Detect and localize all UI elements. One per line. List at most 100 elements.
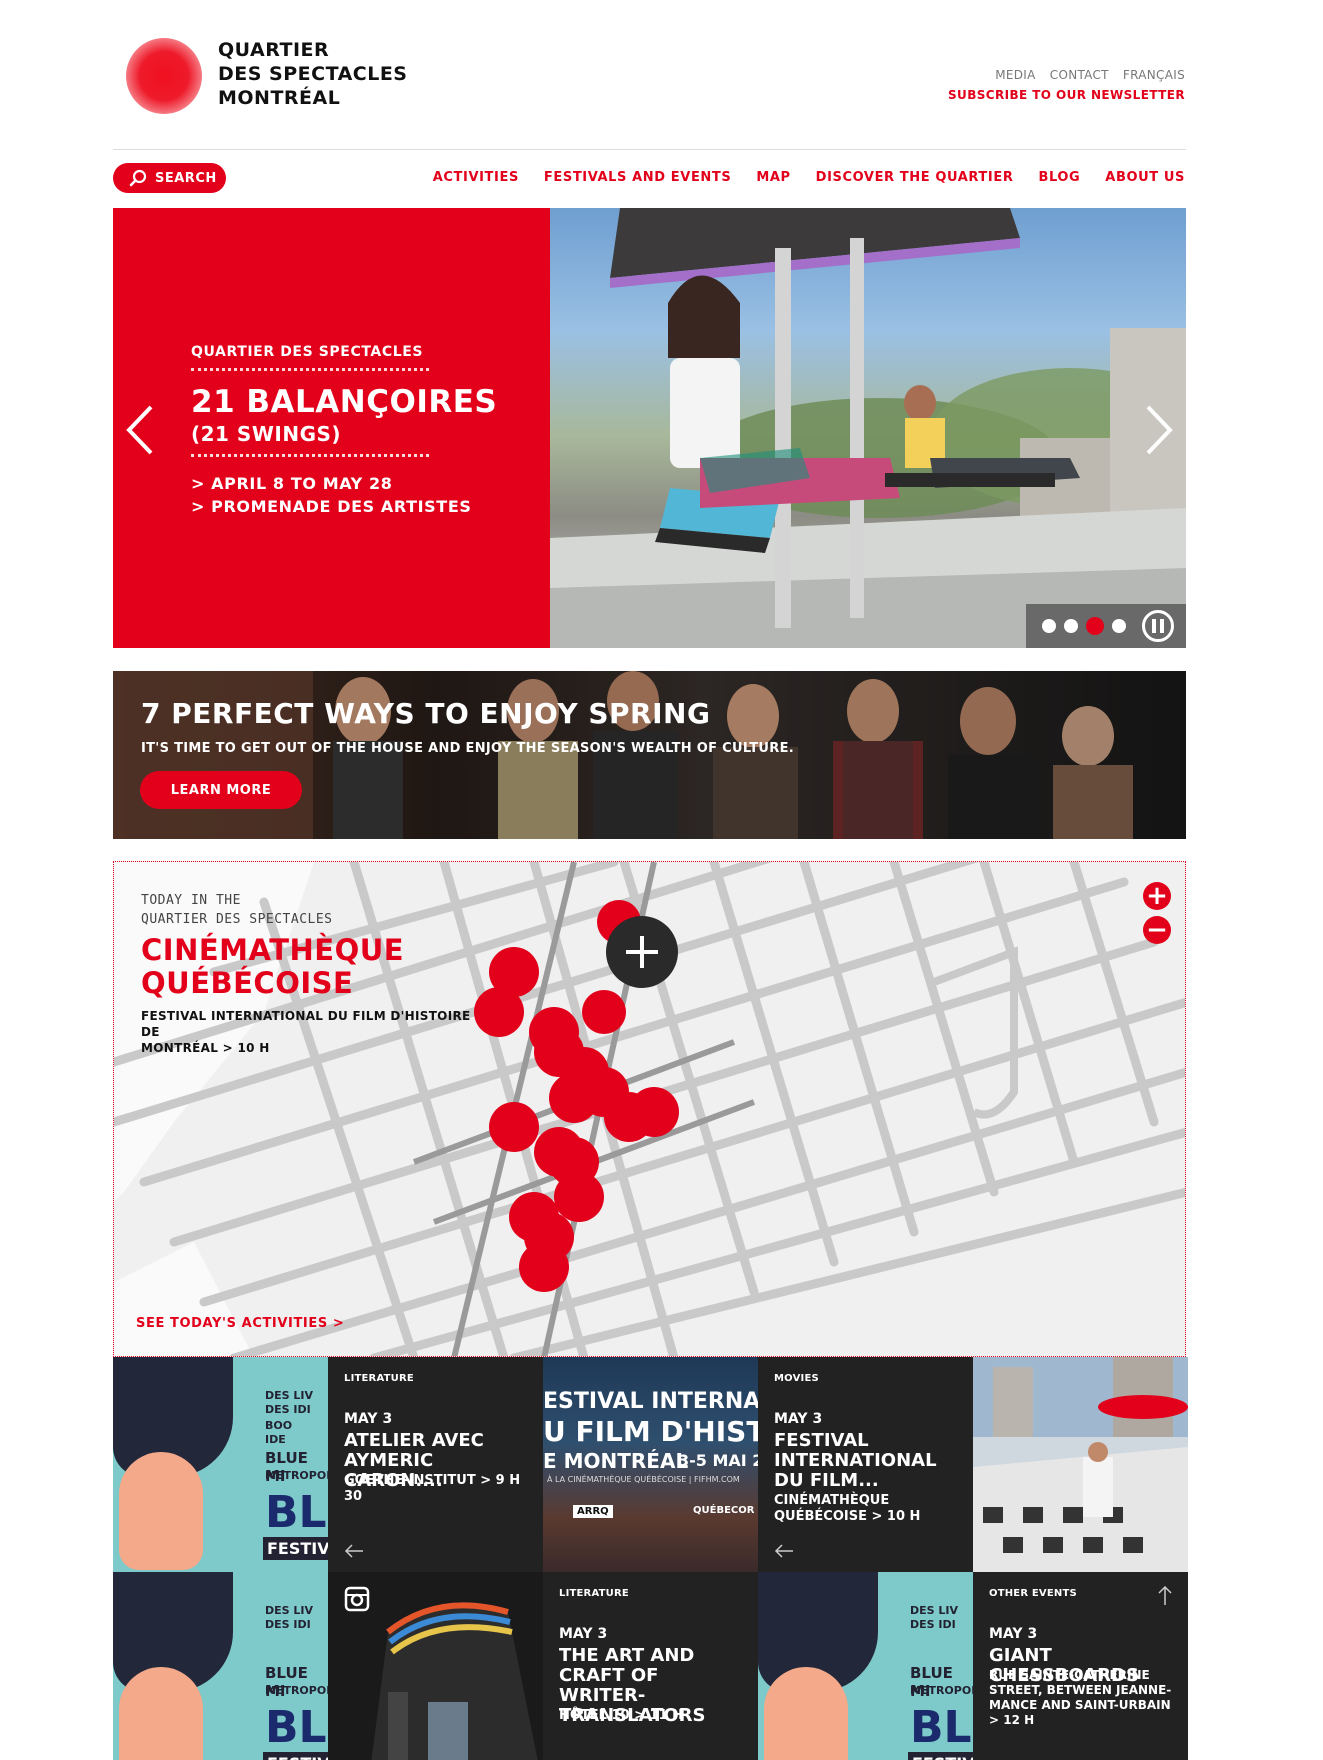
main-navigation: ACTIVITIES FESTIVALS AND EVENTS MAP DISC…	[433, 170, 1185, 185]
event-tile[interactable]: LITERATURE MAY 3 THE ART AND CRAFT OF WR…	[543, 1572, 758, 1760]
poster-text: QUÉBECOR	[693, 1505, 755, 1516]
nav-activities[interactable]: ACTIVITIES	[433, 170, 519, 185]
slide-dot-2[interactable]	[1064, 619, 1078, 633]
logo-line-3: MONTRÉAL	[218, 87, 341, 109]
search-button[interactable]: SEARCH	[113, 163, 226, 193]
hero-subtitle: (21 SWINGS)	[191, 422, 342, 446]
language-link[interactable]: FRANÇAIS	[1123, 68, 1185, 82]
promo-title: 7 PERFECT WAYS TO ENJOY SPRING	[141, 697, 711, 730]
poster-tile[interactable]: DES LIV DES IDI BLUE MI METROPOL BLEU FE…	[113, 1572, 328, 1760]
arrow-left-icon[interactable]	[774, 1544, 794, 1558]
poster-figure	[119, 1667, 203, 1760]
chessboard-photo	[973, 1357, 1188, 1572]
slider-next-arrow[interactable]	[1142, 403, 1176, 457]
poster-tile[interactable]: DES LIV DES IDI BLUE MI METROPOL BLEU FE…	[758, 1572, 973, 1760]
poster-text: U FILM D'HISTOIR	[543, 1415, 758, 1448]
slide-dot-4[interactable]	[1112, 619, 1126, 633]
hero-slider: QUARTIER DES SPECTACLES 21 BALANÇOIRES (…	[113, 208, 1186, 648]
event-title: FESTIVAL INTERNATIONAL DU FILM...	[774, 1430, 937, 1491]
hero-dotted-rule-2	[191, 454, 429, 457]
hero-photo[interactable]	[550, 208, 1186, 648]
event-category: LITERATURE	[344, 1373, 414, 1384]
event-category: MOVIES	[774, 1373, 819, 1384]
poster-text: DES LIV	[265, 1604, 314, 1617]
logo-wordmark[interactable]: QUARTIER DES SPECTACLES MONTRÉAL	[218, 38, 408, 110]
event-date: MAY 3	[989, 1626, 1038, 1642]
logo-line-1: QUARTIER	[218, 39, 330, 61]
event-tile[interactable]: LITERATURE MAY 3 ATELIER AVEC AYMERIC CA…	[328, 1357, 543, 1572]
poster-text: FESTIVA	[263, 1752, 328, 1760]
map-venue[interactable]: CINÉMATHÈQUE QUÉBÉCOISE	[141, 934, 404, 1000]
event-venue: CINÉMATHÈQUE QUÉBÉCOISE > 10 H	[774, 1493, 921, 1524]
poster-text: FESTIVA	[263, 1537, 328, 1560]
event-tile[interactable]: MOVIES MAY 3 FESTIVAL INTERNATIONAL DU F…	[758, 1357, 973, 1572]
logo-mark[interactable]	[126, 38, 202, 114]
poster-text: METROPOL	[265, 1469, 328, 1482]
map-event-line-2: MONTRÉAL > 10 H	[141, 1041, 270, 1055]
nav-discover[interactable]: DISCOVER THE QUARTIER	[816, 170, 1014, 185]
nav-about[interactable]: ABOUT US	[1105, 170, 1185, 185]
poster-text: BOO	[265, 1419, 293, 1432]
poster-text: DES LIV	[910, 1604, 959, 1617]
poster-text: À LA CINÉMATHÈQUE QUÉBÉCOISE | FIFHM.COM	[547, 1475, 740, 1484]
arrow-up-icon[interactable]	[1158, 1586, 1172, 1606]
slide-dot-1[interactable]	[1042, 619, 1056, 633]
zoom-out-button[interactable]: −	[1143, 916, 1171, 944]
poster-text: BLEU	[265, 1702, 328, 1753]
film-poster-tile[interactable]: ESTIVAL INTERNATION U FILM D'HISTOIR E M…	[543, 1357, 758, 1572]
instagram-tile[interactable]	[328, 1572, 543, 1760]
poster-text: BLEU	[265, 1487, 328, 1538]
poster-text: DES LIV	[265, 1389, 314, 1402]
poster-text: DES IDI	[910, 1618, 956, 1631]
hero-location: > PROMENADE DES ARTISTES	[191, 497, 472, 516]
hero-dates: > APRIL 8 TO MAY 28	[191, 474, 393, 493]
chessboard-photo-tile[interactable]	[973, 1357, 1188, 1572]
promo-banner[interactable]: 7 PERFECT WAYS TO ENJOY SPRING IT'S TIME…	[113, 671, 1186, 839]
media-link[interactable]: MEDIA	[995, 68, 1035, 82]
map-venue-line-2: QUÉBÉCOISE	[141, 966, 354, 1000]
event-venue: RUE SAINTE-CATHERINE STREET, BETWEEN JEA…	[989, 1668, 1172, 1727]
swings-illustration	[550, 208, 1186, 648]
event-category: LITERATURE	[559, 1588, 629, 1599]
map-event-line-1: FESTIVAL INTERNATIONAL DU FILM D'HISTOIR…	[141, 1009, 471, 1039]
promo-subtitle: IT'S TIME TO GET OUT OF THE HOUSE AND EN…	[141, 741, 795, 756]
poster-tile[interactable]: DES LIV DES IDI BOO IDE BLUE MI METROPOL…	[113, 1357, 328, 1572]
poster-text: METROPOL	[910, 1684, 973, 1697]
pause-icon[interactable]	[1142, 610, 1174, 642]
poster-text: 3-5 MAI 2	[678, 1451, 758, 1470]
arrow-left-icon[interactable]	[344, 1544, 364, 1558]
poster-text: DES IDI	[265, 1618, 311, 1631]
poster-text: BLEU	[910, 1702, 973, 1753]
event-venue: GOETHE-INSTITUT > 9 H 30	[344, 1473, 521, 1504]
activity-map[interactable]: TODAY IN THE QUARTIER DES SPECTACLES CIN…	[113, 861, 1186, 1357]
map-kicker: TODAY IN THE QUARTIER DES SPECTACLES	[141, 891, 333, 929]
instagram-icon[interactable]	[344, 1586, 370, 1612]
slider-prev-arrow[interactable]	[123, 403, 157, 457]
newsletter-link[interactable]: SUBSCRIBE TO OUR NEWSLETTER	[948, 88, 1185, 102]
hero-text-panel[interactable]: QUARTIER DES SPECTACLES 21 BALANÇOIRES (…	[113, 208, 550, 648]
slide-dot-3[interactable]	[1086, 617, 1104, 635]
zoom-in-button[interactable]: +	[1143, 882, 1171, 910]
hero-dotted-rule	[191, 368, 429, 371]
nav-blog[interactable]: BLOG	[1038, 170, 1080, 185]
poster-text: FESTIVA	[908, 1752, 973, 1760]
logo-line-2: DES SPECTACLES	[218, 63, 408, 85]
search-icon	[129, 169, 147, 187]
learn-more-button[interactable]: LEARN MORE	[140, 771, 302, 809]
header-divider	[113, 149, 1186, 150]
see-activities-link[interactable]: SEE TODAY'S ACTIVITIES >	[136, 1316, 344, 1331]
nav-festivals[interactable]: FESTIVALS AND EVENTS	[544, 170, 731, 185]
utility-links: MEDIA CONTACT FRANÇAIS	[985, 68, 1185, 82]
event-date: MAY 3	[344, 1411, 393, 1427]
map-kicker-line-1: TODAY IN THE	[141, 893, 241, 908]
poster-figure	[119, 1452, 203, 1570]
search-label: SEARCH	[155, 170, 217, 186]
event-category: OTHER EVENTS	[989, 1588, 1077, 1599]
contact-link[interactable]: CONTACT	[1050, 68, 1109, 82]
hero-kicker: QUARTIER DES SPECTACLES	[191, 344, 424, 360]
nav-map[interactable]: MAP	[756, 170, 790, 185]
event-tile[interactable]: OTHER EVENTS MAY 3 GIANT CHESSBOARDS RUE…	[973, 1572, 1188, 1760]
slider-controls	[1026, 604, 1186, 648]
poster-text: ESTIVAL INTERNATION	[543, 1389, 758, 1414]
hero-title: 21 BALANÇOIRES	[191, 384, 498, 420]
